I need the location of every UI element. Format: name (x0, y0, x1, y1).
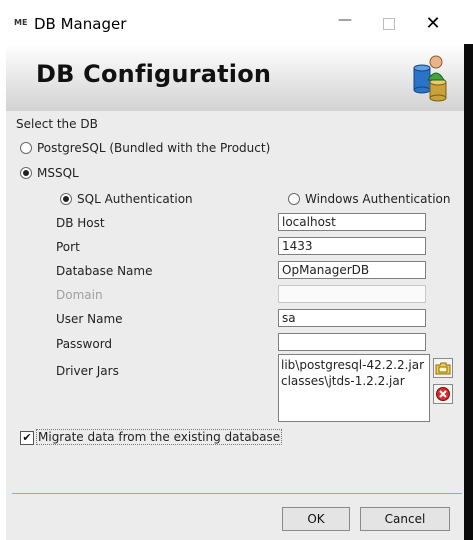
window-title: DB Manager (34, 15, 127, 33)
driver-jars-label: Driver Jars (56, 364, 119, 378)
sql-auth-radio[interactable] (60, 193, 72, 205)
add-jar-button[interactable] (433, 358, 453, 378)
remove-jar-button[interactable] (433, 384, 453, 404)
config-panel: Select the DB PostgreSQL (Bundled with t… (6, 111, 464, 540)
remove-icon (436, 387, 450, 401)
minimize-button[interactable]: — (322, 6, 368, 34)
database-user-icon (413, 55, 447, 102)
database-name-label: Database Name (56, 264, 153, 278)
list-item[interactable]: classes\jtds-1.2.2.jar (281, 373, 427, 389)
mssql-radio[interactable] (20, 167, 32, 179)
sql-auth-label[interactable]: SQL Authentication (77, 192, 193, 206)
folder-add-icon (435, 362, 451, 375)
db-manager-window: ME DB Manager — ✕ DB Configuration Selec… (0, 0, 473, 540)
header-banner: DB Configuration (6, 44, 464, 112)
list-item[interactable]: lib\postgresql-42.2.2.jar (281, 357, 427, 373)
db-host-field[interactable] (278, 213, 426, 231)
postgresql-radio[interactable] (20, 142, 32, 154)
mssql-option-label[interactable]: MSSQL (37, 166, 79, 180)
ok-button[interactable]: OK (282, 507, 350, 531)
password-field[interactable] (278, 333, 426, 351)
select-db-label: Select the DB (16, 117, 98, 131)
windows-auth-radio[interactable] (288, 193, 300, 205)
migrate-label[interactable]: Migrate data from the existing database (36, 429, 283, 445)
user-name-label: User Name (56, 312, 123, 326)
password-label: Password (56, 337, 113, 351)
divider (12, 493, 462, 494)
cancel-button[interactable]: Cancel (360, 507, 450, 531)
domain-label: Domain (56, 288, 103, 302)
port-label: Port (56, 240, 80, 254)
title-bar[interactable]: ME DB Manager — ✕ (6, 0, 473, 44)
postgresql-option-label[interactable]: PostgreSQL (Bundled with the Product) (37, 141, 270, 155)
windows-auth-label[interactable]: Windows Authentication (305, 192, 450, 206)
driver-jars-list[interactable]: lib\postgresql-42.2.2.jar classes\jtds-1… (278, 354, 430, 422)
user-name-field[interactable] (278, 309, 426, 327)
maximize-button[interactable] (366, 10, 412, 38)
port-field[interactable] (278, 237, 426, 255)
window-right-edge (464, 44, 473, 540)
database-name-field[interactable] (278, 261, 426, 279)
app-logo-icon: ME (14, 18, 28, 27)
db-host-label: DB Host (56, 216, 105, 230)
page-title: DB Configuration (36, 60, 272, 88)
close-button[interactable]: ✕ (410, 10, 456, 38)
domain-field (278, 285, 426, 303)
migrate-checkbox[interactable]: ✔ (20, 431, 34, 445)
maximize-icon (383, 18, 395, 30)
